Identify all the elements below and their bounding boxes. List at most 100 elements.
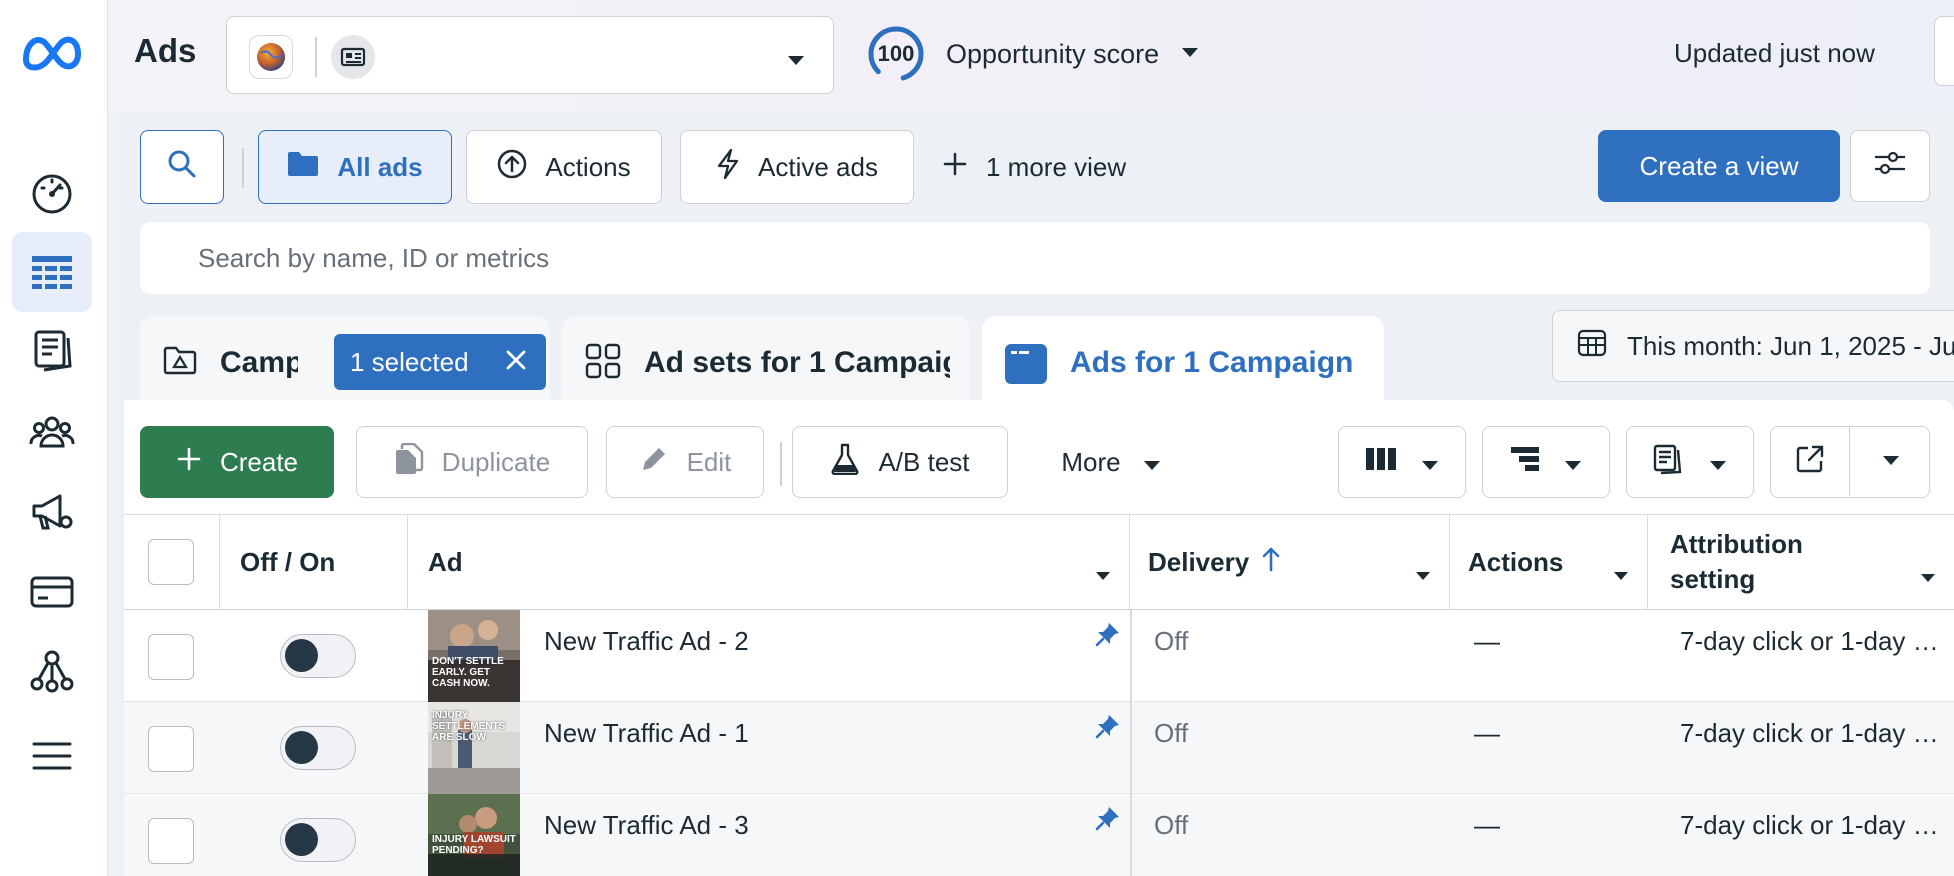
table-row[interactable]: INJURY LAWSUIT PENDING? New Traffic Ad -… [124,794,1954,876]
create-button[interactable]: Create [140,426,334,498]
search-input[interactable] [198,238,1798,278]
edit-button[interactable]: Edit [606,426,764,498]
actions-header-label: Actions [1468,546,1564,577]
actions-column-header[interactable]: Actions [1450,515,1648,609]
more-label: More [1061,446,1121,477]
more-views-button[interactable]: 1 more view [942,130,1126,204]
page-profile-icon [331,35,375,79]
attribution-value: 7-day click or 1-day view [1680,810,1948,840]
attribution-column-header[interactable]: Attribution setting [1648,515,1954,609]
view-divider [242,148,244,188]
dashboard-gauge-icon[interactable] [12,152,92,232]
ads-manager-table-icon[interactable] [12,232,92,312]
duplicate-label: Duplicate [441,446,551,477]
plus-icon [176,446,202,479]
row-checkbox[interactable] [148,726,194,772]
ad-status-toggle[interactable] [280,726,356,770]
reports-button[interactable] [1626,426,1754,498]
active-ads-label: Active ads [758,151,878,182]
business-network-icon[interactable] [12,630,92,710]
lightning-icon [716,148,740,187]
date-range-label: This month: Jun 1, 2025 - Jun 30, 2025 [1627,330,1954,361]
ad-header-label: Ad [428,546,463,577]
ab-test-button[interactable]: A/B test [792,426,1008,498]
tab-ads-label: Ads for 1 Campaign [1070,346,1354,379]
pin-icon[interactable] [1094,804,1122,837]
attribution-value: 7-day click or 1-day view [1680,718,1948,748]
opportunity-score-value: 100 [877,41,915,66]
date-range-picker[interactable]: This month: Jun 1, 2025 - Jun 30, 2025 [1552,310,1954,382]
tab-ads[interactable]: Ads for 1 Campaign [982,316,1384,410]
active-ads-view-button[interactable]: Active ads [680,130,914,204]
ad-name[interactable]: New Traffic Ad - 2 [544,626,749,657]
audiences-people-icon[interactable] [12,392,92,472]
off-on-column-header[interactable]: Off / On [220,515,408,609]
export-button[interactable] [1771,427,1850,496]
breakdown-button[interactable] [1482,426,1610,498]
export-button-group [1770,426,1930,498]
chevron-down-icon[interactable] [1920,557,1936,592]
table-row[interactable]: INJURY SETTLEMENTS ARE SLOW New Traffic … [124,702,1954,794]
chevron-down-icon [1882,453,1900,471]
campaign-settings-megaphone-icon[interactable] [12,472,92,552]
row-checkbox[interactable] [148,634,194,680]
table-row[interactable]: DON'T SETTLE EARLY. GET CASH NOW. New Tr… [124,610,1954,702]
pin-icon[interactable] [1094,712,1122,745]
tab-campaigns[interactable]: Campaigns 1 selected [140,316,550,410]
ad-status-toggle[interactable] [280,818,356,862]
actions-value: — [1474,718,1500,748]
delivery-column-divider [1130,610,1132,876]
duplicate-copy-icon [394,442,424,482]
ad-thumbnail-image[interactable]: INJURY SETTLEMENTS ARE SLOW [428,702,520,794]
select-all-checkbox[interactable] [148,539,194,585]
search-icon [167,149,197,186]
opportunity-score-label: Opportunity score [946,38,1160,69]
left-navigation-rail [0,0,108,876]
ad-window-icon [1004,342,1048,391]
ad-column-header[interactable]: Ad [408,515,1130,609]
duplicate-button[interactable]: Duplicate [356,426,588,498]
ad-account-selector[interactable] [226,16,834,94]
attribution-header-label: Attribution setting [1670,527,1803,597]
ad-thumbnail-caption: INJURY SETTLEMENTS ARE SLOW [432,710,506,743]
chevron-down-icon[interactable] [1415,557,1431,588]
chevron-down-icon[interactable] [1095,557,1111,588]
more-actions-button[interactable]: More [1028,426,1194,498]
selected-count-badge[interactable]: 1 selected [334,334,546,390]
ad-sets-grid-icon [584,342,622,385]
export-menu-button[interactable] [1851,427,1930,496]
tab-ad-sets[interactable]: Ad sets for 1 Campaign [562,316,970,410]
ad-thumbnail-image[interactable]: DON'T SETTLE EARLY. GET CASH NOW. [428,610,520,702]
account-divider [315,37,317,77]
breakdown-tree-icon [1510,445,1540,480]
overflow-menu-button[interactable] [1934,16,1954,86]
columns-button[interactable] [1338,426,1466,498]
clear-selection-close-icon[interactable] [502,346,530,381]
reports-notebook-icon[interactable] [12,310,92,390]
campaign-folder-icon [162,342,198,383]
ad-name[interactable]: New Traffic Ad - 3 [544,810,749,841]
chevron-down-icon [1181,45,1199,63]
delivery-column-header[interactable]: Delivery [1130,515,1450,609]
row-checkbox[interactable] [148,818,194,864]
account-globe-icon [249,35,293,79]
meta-logo-icon[interactable] [20,30,84,74]
opportunity-score[interactable]: 100 Opportunity score [866,26,1199,82]
billing-card-icon[interactable] [12,552,92,632]
view-settings-button[interactable] [1850,130,1930,202]
chevron-down-icon[interactable] [1613,557,1629,588]
actions-view-button[interactable]: Actions [466,130,662,204]
ad-thumbnail-caption: INJURY LAWSUIT PENDING? [432,834,516,856]
more-views-label: 1 more view [986,151,1127,182]
chevron-down-icon [1564,447,1582,478]
pin-icon[interactable] [1094,620,1122,653]
ad-name[interactable]: New Traffic Ad - 1 [544,718,749,749]
view-search-button[interactable] [140,130,224,204]
menu-hamburger-icon[interactable] [12,716,92,796]
main-panel: All ads Actions Active ads 1 more view C… [116,112,1954,876]
create-view-button[interactable]: Create a view [1598,130,1840,202]
external-export-icon [1795,444,1825,479]
ad-status-toggle[interactable] [280,634,356,678]
ad-thumbnail-image[interactable]: INJURY LAWSUIT PENDING? [428,794,520,876]
all-ads-view-button[interactable]: All ads [258,130,452,204]
